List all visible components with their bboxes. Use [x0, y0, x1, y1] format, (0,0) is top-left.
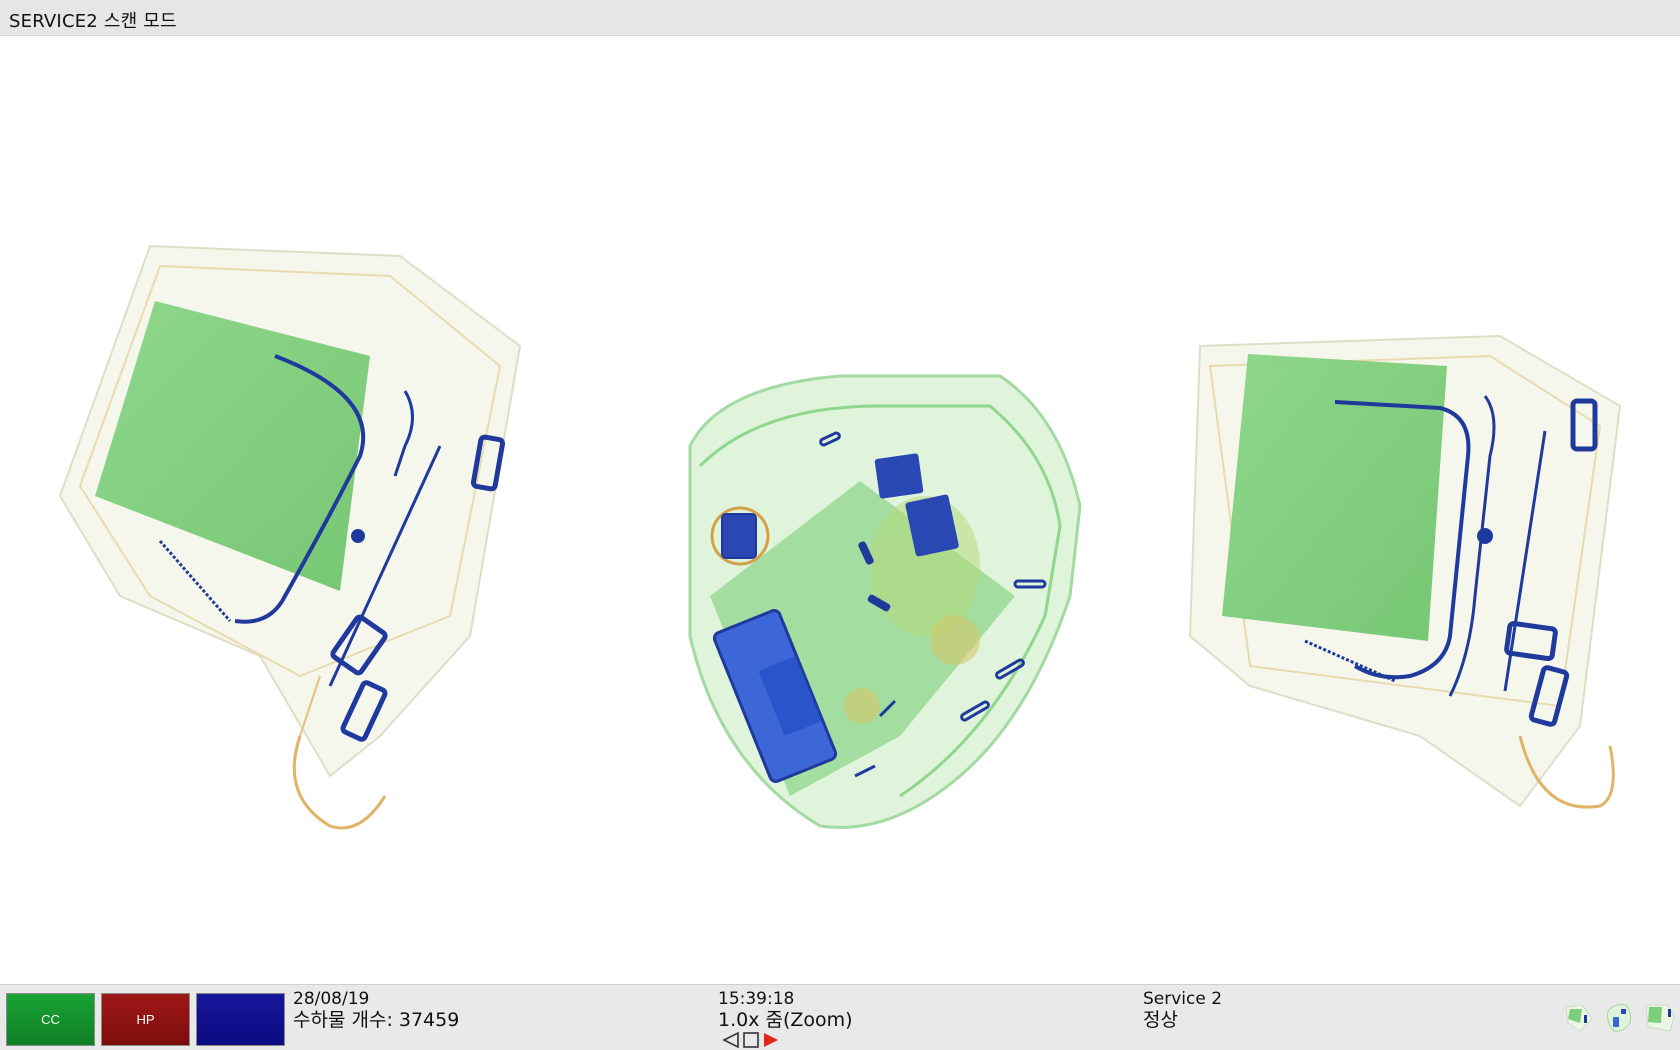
view-thumbnails [1562, 997, 1676, 1041]
xray-scan-svg [58, 244, 1622, 830]
baggage-count-text: 수하물 개수: 37459 [293, 1009, 460, 1031]
time-info: 15:39:18 1.0x 줌(Zoom) [718, 989, 853, 1031]
xray-scan-image[interactable] [0, 36, 1680, 984]
date-text: 28/08/19 [293, 989, 370, 1009]
prev-triangle-icon[interactable] [722, 1031, 740, 1049]
date-info: 28/08/19 수하물 개수: 37459 [293, 989, 459, 1031]
om-mode-button[interactable] [196, 993, 285, 1046]
bag-center [688, 374, 1082, 829]
bag-left [58, 244, 522, 830]
window-title: SERVICE2 스캔 모드 [9, 11, 177, 32]
zoom-text: 1.0x 줌(Zoom) [718, 1009, 853, 1031]
playback-controls [722, 1031, 780, 1049]
status-bar: CC HP 28/08/19 수하물 개수: 37459 15:39:18 1.… [0, 984, 1680, 1050]
play-triangle-icon[interactable] [762, 1031, 780, 1049]
service-name-text: Service 2 [1143, 989, 1223, 1009]
service-info: Service 2 정상 [1143, 989, 1222, 1031]
title-bar: SERVICE2 스캔 모드 [0, 0, 1680, 36]
cc-mode-button[interactable]: CC [6, 993, 95, 1046]
thumbnail-center-view[interactable] [1602, 997, 1636, 1037]
state-text: 정상 [1143, 1009, 1178, 1031]
stop-square-icon[interactable] [742, 1031, 760, 1049]
bag-right [1188, 334, 1622, 809]
time-text: 15:39:18 [718, 989, 795, 1009]
thumbnail-right-view[interactable] [1642, 997, 1676, 1037]
thumbnail-left-view[interactable] [1562, 997, 1596, 1037]
hp-mode-button[interactable]: HP [101, 993, 190, 1046]
